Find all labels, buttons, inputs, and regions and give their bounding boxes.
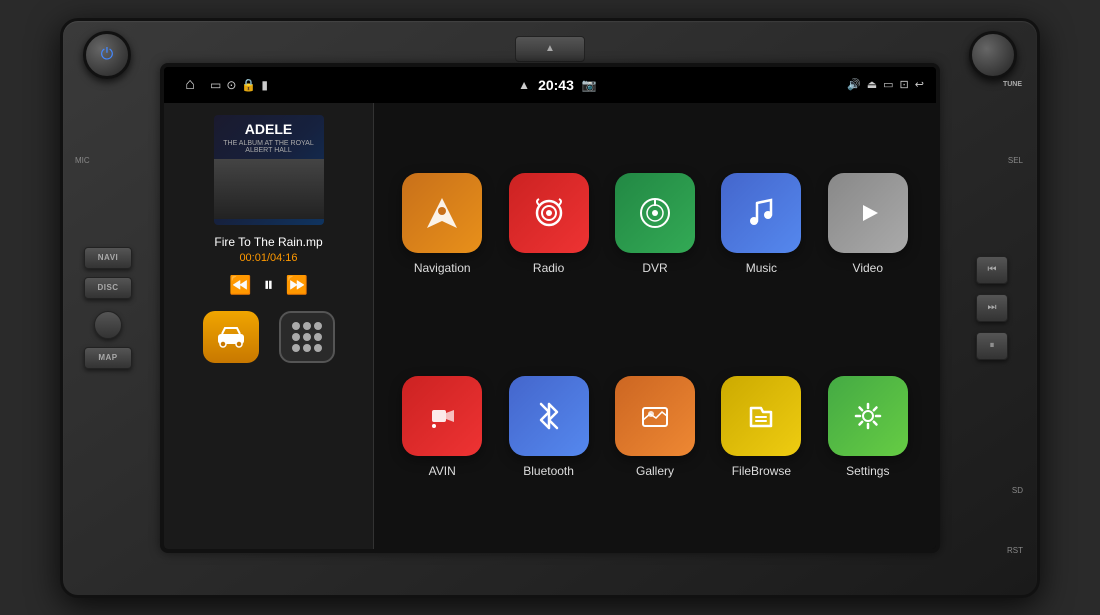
eject-button[interactable]: ▲ — [515, 36, 585, 62]
fast-forward-button[interactable]: ⏩ — [286, 275, 308, 296]
play-pause-button[interactable]: ⏸ — [264, 274, 274, 297]
album-image — [214, 159, 324, 219]
settings-icon — [828, 376, 908, 456]
artist-name: ADELE — [245, 121, 292, 137]
status-left: ⌂ ▭ ⊙ 🔒 ▮ — [176, 71, 268, 99]
time-display: 20:43 — [538, 77, 574, 93]
album-subtitle: THE ALBUM AT THE ROYAL ALBERT HALL — [214, 140, 324, 154]
bluetooth-icon — [509, 376, 589, 456]
screen: ⌂ ▭ ⊙ 🔒 ▮ ▲ 20:43 📷 🔊 ⏏ ▭ ⊡ ↩ — [160, 63, 940, 553]
car-icon — [214, 326, 248, 348]
back-icon: ↩ — [915, 78, 924, 91]
video-icon — [828, 173, 908, 253]
app-bluetooth[interactable]: Bluetooth — [495, 326, 601, 529]
prev-track-button[interactable]: ⏮ — [976, 256, 1008, 284]
cam-icon: 📷 — [582, 78, 597, 92]
app-gallery[interactable]: Gallery — [602, 326, 708, 529]
song-time: 00:01/04:16 — [239, 252, 297, 264]
player-controls: ⏪ ⏸ ⏩ — [229, 274, 308, 297]
head-unit: ⏻ TUNE ▲ MIC NAVI DISC MAP SEL SD RST ⏮ … — [60, 18, 1040, 598]
vol-icon: 🔊 — [847, 78, 861, 91]
map-button[interactable]: MAP — [84, 347, 132, 369]
avin-label: AVIN — [429, 464, 456, 478]
navigation-label: Navigation — [414, 261, 471, 275]
status-bar: ⌂ ▭ ⊙ 🔒 ▮ ▲ 20:43 📷 🔊 ⏏ ▭ ⊡ ↩ — [164, 67, 936, 103]
app-navigation[interactable]: Navigation — [389, 123, 495, 326]
gallery-label: Gallery — [636, 464, 674, 478]
status-right-icons: 🔊 ⏏ ▭ ⊡ ↩ — [847, 78, 924, 91]
app-grid: Navigation Radio DVR Music Video AVIN Bluetoot… — [374, 103, 936, 549]
record-icon: ⊙ — [226, 78, 236, 92]
rewind-button[interactable]: ⏪ — [229, 275, 251, 296]
lock-icon: 🔒 — [241, 78, 256, 92]
music-icon — [721, 173, 801, 253]
left-side-buttons: NAVI DISC MAP — [73, 21, 143, 595]
app-radio[interactable]: Radio — [495, 123, 601, 326]
avin-icon — [402, 376, 482, 456]
wifi-icon: ▲ — [518, 78, 530, 92]
eject-icon: ▲ — [545, 43, 555, 54]
eject-status-icon: ⏏ — [867, 78, 877, 91]
screenshot-icon: ▭ — [210, 78, 221, 92]
gallery-icon — [615, 376, 695, 456]
radio-icon — [509, 173, 589, 253]
apps-grid-button[interactable] — [279, 311, 335, 363]
disc-button[interactable]: DISC — [84, 277, 132, 299]
home-button[interactable]: ⌂ — [176, 71, 204, 99]
song-title: Fire To The Rain.mp — [174, 235, 363, 249]
monitor-icon: ▭ — [883, 78, 893, 91]
bluetooth-label: Bluetooth — [523, 464, 574, 478]
radio-label: Radio — [533, 261, 564, 275]
navi-button[interactable]: NAVI — [84, 247, 132, 269]
bottom-icons — [203, 311, 335, 363]
app-avin[interactable]: AVIN — [389, 326, 495, 529]
app-video[interactable]: Video — [815, 123, 921, 326]
music-panel: ADELE THE ALBUM AT THE ROYAL ALBERT HALL… — [164, 103, 374, 549]
navigation-icon — [402, 173, 482, 253]
play-pause-right-button[interactable]: ⏸ — [976, 332, 1008, 360]
settings-label: Settings — [846, 464, 889, 478]
next-track-button[interactable]: ⏭ — [976, 294, 1008, 322]
app-dvr[interactable]: DVR — [602, 123, 708, 326]
status-icons: ▭ ⊙ 🔒 ▮ — [210, 78, 268, 92]
status-center: ▲ 20:43 📷 — [518, 77, 597, 93]
right-side-buttons: ⏮ ⏭ ⏸ — [957, 21, 1027, 595]
dvr-icon — [615, 173, 695, 253]
dvr-label: DVR — [642, 261, 667, 275]
battery-icon: ▮ — [261, 78, 268, 92]
extra-left-button[interactable] — [94, 311, 122, 339]
dots-grid — [292, 322, 322, 352]
app-settings[interactable]: Settings — [815, 326, 921, 529]
main-content: ADELE THE ALBUM AT THE ROYAL ALBERT HALL… — [164, 103, 936, 549]
filebrowse-icon — [721, 376, 801, 456]
car-mode-button[interactable] — [203, 311, 259, 363]
filebrowse-label: FileBrowse — [732, 464, 791, 478]
app-music[interactable]: Music — [708, 123, 814, 326]
app-filebrowse[interactable]: FileBrowse — [708, 326, 814, 529]
music-label: Music — [746, 261, 777, 275]
video-label: Video — [853, 261, 883, 275]
cast-icon: ⊡ — [900, 78, 909, 91]
album-art: ADELE THE ALBUM AT THE ROYAL ALBERT HALL — [214, 115, 324, 225]
